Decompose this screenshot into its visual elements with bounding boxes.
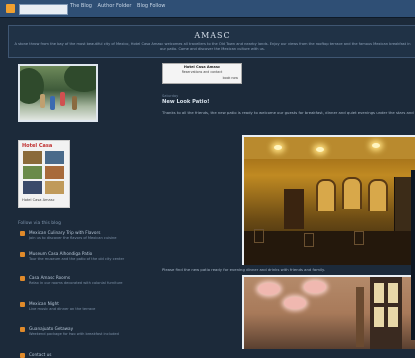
navbar-link[interactable]: Author Folder <box>98 3 132 9</box>
main-content: Hotel Casa Amasc Reservations and contac… <box>158 60 415 349</box>
hotel-badge-image[interactable]: Hotel Casa Hotel Casa Amasc <box>18 140 70 208</box>
list-item-desc: Relax in our rooms decorated with coloni… <box>29 281 123 285</box>
rss-icon <box>20 231 25 236</box>
list-item-title[interactable]: Guanajuato Getaway <box>29 326 73 331</box>
post-date: Saturday <box>162 94 179 98</box>
search-input[interactable] <box>19 4 68 15</box>
list-item-title[interactable]: Mexican Night <box>29 301 59 306</box>
photo-caption: Please find the new patio ready for even… <box>162 267 325 272</box>
navbar-links: The Blog Author Folder Blog Follow <box>70 3 169 9</box>
list-item-desc: Join us to discover the flavors of Mexic… <box>29 236 117 240</box>
blogger-navbar: The Blog Author Folder Blog Follow <box>0 0 415 18</box>
list-item-title[interactable]: Casa Amasc Rooms <box>29 275 70 280</box>
navbar-link[interactable]: Blog Follow <box>137 3 165 9</box>
banner-line-1: Hotel Casa Amasc <box>183 65 221 69</box>
hotel-banner[interactable]: Hotel Casa Amasc Reservations and contac… <box>162 63 242 84</box>
rss-icon <box>20 327 25 332</box>
blogger-logo-icon[interactable] <box>6 4 15 13</box>
list-item-title[interactable]: Contact us <box>29 352 51 357</box>
rss-icon <box>20 276 25 281</box>
post-intro-text: Thanks to all the friends, the new patio… <box>162 110 415 115</box>
post-title[interactable]: New Look Patio! <box>162 99 210 105</box>
rss-icon <box>20 252 25 257</box>
blog-title[interactable]: AMASC <box>9 31 415 40</box>
patio-photo[interactable] <box>242 135 415 265</box>
blog-header: AMASC A stone throw from the bay of the … <box>8 25 415 58</box>
list-item-desc: Weekend package for two with breakfast i… <box>29 332 119 336</box>
rss-icon <box>20 302 25 307</box>
navbar-link[interactable]: The Blog <box>70 3 92 9</box>
sidebar-section-title: Follow via this blog <box>18 221 62 226</box>
list-item-title[interactable]: Mexican Culinary Trip with Flavors <box>29 230 100 235</box>
list-item-desc: Tour the museum and the patio of the old… <box>29 257 125 261</box>
list-item-desc: Live music and dinner on the terrace <box>29 307 96 311</box>
badge-footer: Hotel Casa Amasc <box>22 198 55 202</box>
badge-heading: Hotel Casa <box>22 143 53 149</box>
blog-description: A stone throw from the bay of the most b… <box>14 42 411 51</box>
list-item-title[interactable]: Museum Casa Alhondiga Patio <box>29 251 92 256</box>
badge-photo-grid <box>23 151 65 195</box>
page-edge <box>411 170 415 340</box>
interior-photo[interactable] <box>242 275 415 349</box>
rss-icon <box>20 353 25 358</box>
banner-line-2: Reservations and contact <box>181 70 223 74</box>
banner-line-3: book now <box>222 76 238 80</box>
profile-photo[interactable] <box>18 64 98 122</box>
